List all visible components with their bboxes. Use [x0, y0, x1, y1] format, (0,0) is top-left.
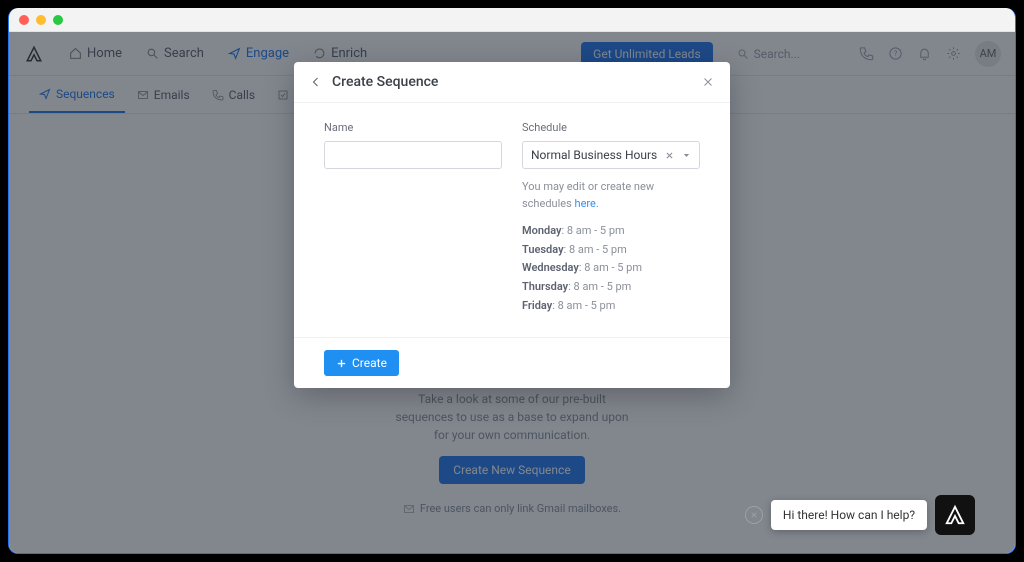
schedule-days: Monday: 8 am - 5 pm Tuesday: 8 am - 5 pm…	[522, 222, 700, 315]
day-hours: : 8 am - 5 pm	[561, 224, 624, 237]
chat-widget: Hi there! How can I help?	[745, 495, 975, 535]
app-window: Home Search Engage Enrich Get Unlimited …	[8, 8, 1016, 554]
schedule-day-row: Thursday: 8 am - 5 pm	[522, 278, 700, 297]
plus-icon	[336, 358, 347, 369]
name-column: Name	[324, 121, 502, 315]
minimize-dot-icon[interactable]	[36, 15, 46, 25]
app-body: Home Search Engage Enrich Get Unlimited …	[9, 32, 1015, 553]
close-icon[interactable]	[702, 76, 714, 88]
day-name: Thursday	[522, 280, 568, 293]
schedule-value: Normal Business Hours	[531, 148, 657, 162]
maximize-dot-icon[interactable]	[53, 15, 63, 25]
name-label: Name	[324, 121, 502, 134]
schedule-day-row: Tuesday: 8 am - 5 pm	[522, 241, 700, 260]
schedule-day-row: Wednesday: 8 am - 5 pm	[522, 259, 700, 278]
name-input[interactable]	[324, 141, 502, 169]
chat-launcher-icon[interactable]	[935, 495, 975, 535]
create-button[interactable]: Create	[324, 350, 399, 376]
schedule-select[interactable]: Normal Business Hours	[522, 141, 700, 169]
modal-footer: Create	[294, 337, 730, 388]
day-hours: : 8 am - 5 pm	[579, 261, 642, 274]
day-name: Tuesday	[522, 243, 564, 256]
day-hours: : 8 am - 5 pm	[568, 280, 631, 293]
chat-bubble[interactable]: Hi there! How can I help?	[771, 500, 927, 530]
modal-title: Create Sequence	[332, 74, 438, 90]
schedule-day-row: Friday: 8 am - 5 pm	[522, 297, 700, 316]
modal-body: Name Schedule Normal Business Hours You …	[294, 103, 730, 337]
day-name: Monday	[522, 224, 561, 237]
mac-titlebar	[9, 8, 1015, 32]
day-name: Friday	[522, 299, 552, 312]
schedule-label: Schedule	[522, 121, 700, 134]
day-name: Wednesday	[522, 261, 579, 274]
day-hours: : 8 am - 5 pm	[552, 299, 615, 312]
day-hours: : 8 am - 5 pm	[564, 243, 627, 256]
schedule-hint-link[interactable]: here	[575, 197, 596, 210]
schedule-day-row: Monday: 8 am - 5 pm	[522, 222, 700, 241]
schedule-column: Schedule Normal Business Hours You may e…	[522, 121, 700, 315]
close-dot-icon[interactable]	[19, 15, 29, 25]
modal-header: Create Sequence	[294, 62, 730, 103]
chevron-down-icon[interactable]	[682, 151, 691, 160]
create-button-label: Create	[352, 356, 387, 370]
create-sequence-modal: Create Sequence Name Schedule Normal Bus…	[294, 62, 730, 388]
schedule-hint-dot: .	[596, 197, 599, 210]
schedule-hint: You may edit or create new schedules her…	[522, 179, 700, 212]
back-icon[interactable]	[310, 76, 322, 88]
chat-close-icon[interactable]	[745, 506, 763, 524]
clear-icon[interactable]	[665, 151, 674, 160]
